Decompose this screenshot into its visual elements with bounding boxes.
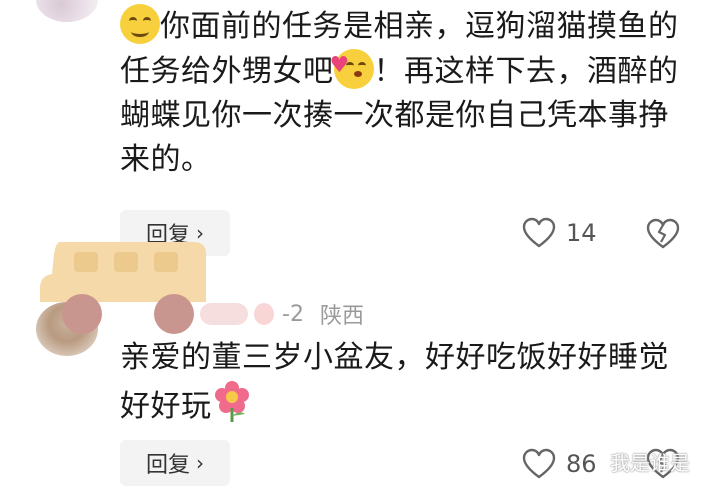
- comment-2-date: -2: [282, 301, 304, 327]
- like-button-2[interactable]: 86: [522, 448, 597, 480]
- comment-2-meta: -2 陕西: [200, 298, 364, 330]
- reply-button-2[interactable]: 回复 ›: [120, 440, 230, 486]
- comment-text-1: 你面前的任务是相亲，逗狗溜猫摸鱼的任务给外甥女吧 ♥ ！再这样下去，酒醉的蝴蝶见你一…: [120, 4, 680, 182]
- chevron-right-icon: ›: [196, 451, 204, 475]
- comment-2-text: 亲爱的董三岁小盆友，好好吃饭好好睡觉好好玩: [120, 340, 669, 424]
- kissing-heart-emoji-icon: ♥: [330, 49, 374, 89]
- heart-like-icon: [522, 448, 556, 479]
- flower-emoji-icon: [212, 380, 252, 424]
- username-blur-blob: [254, 303, 274, 325]
- car-sticker-icon: [40, 242, 206, 334]
- like-count-1: 14: [566, 219, 597, 247]
- like-count-2: 86: [566, 450, 597, 478]
- like-button-1[interactable]: 14: [522, 217, 597, 249]
- watermark: 我是谁是: [610, 451, 690, 475]
- comment-2-location: 陕西: [319, 304, 364, 329]
- comment-text-2: 亲爱的董三岁小盆友，好好吃饭好好睡觉好好玩: [120, 336, 680, 429]
- smiling-emoji-icon: [120, 4, 160, 44]
- reply-label: 回复: [145, 453, 190, 478]
- avatar-top[interactable]: [36, 0, 98, 22]
- heart-like-icon: [522, 217, 556, 248]
- broken-heart-icon[interactable]: [646, 218, 680, 250]
